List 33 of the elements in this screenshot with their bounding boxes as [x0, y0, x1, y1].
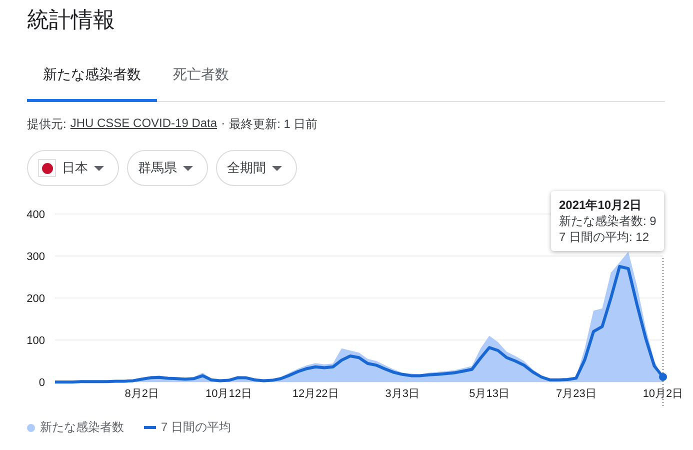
legend-dot — [27, 424, 35, 432]
source-link[interactable]: JHU CSSE COVID-19 Data — [70, 116, 218, 133]
x-axis-label: 10月2日 — [642, 388, 684, 400]
y-axis-label: 300 — [26, 251, 45, 263]
x-axis-label: 5月13日 — [469, 388, 510, 400]
caret-icon — [272, 166, 282, 170]
tooltip-value: 新たな感染者数: 9 — [559, 213, 656, 229]
y-axis-label: 200 — [26, 293, 45, 305]
filter-dropdown[interactable]: 群馬県 — [127, 150, 208, 186]
legend-label: 新たな感染者数 — [40, 419, 124, 436]
tab[interactable]: 新たな感染者数 — [27, 60, 157, 102]
x-axis-label: 3月3日 — [385, 388, 420, 400]
x-axis-label: 10月12日 — [205, 388, 252, 400]
filter-dropdown[interactable]: 全期間 — [216, 150, 297, 186]
filter-dropdown[interactable]: 日本 — [27, 150, 119, 186]
separator: · — [221, 116, 226, 132]
y-axis-label: 100 — [26, 335, 45, 347]
tooltip-date: 2021年10月2日 — [559, 197, 643, 213]
x-axis-label: 8月2日 — [124, 388, 159, 400]
source-label: 提供元: — [27, 116, 66, 133]
flag-icon — [38, 159, 56, 177]
y-axis-label: 400 — [26, 209, 45, 221]
tooltip-value: 7 日間の平均: 12 — [559, 229, 650, 245]
caret-icon — [183, 166, 193, 170]
data-point — [659, 372, 667, 381]
caret-icon — [94, 166, 104, 170]
legend-label: 7 日間の平均 — [161, 419, 232, 436]
page-title: 統計情報 — [27, 6, 116, 34]
x-axis-label: 12月22日 — [292, 388, 339, 400]
x-axis-label: 7月23日 — [556, 388, 596, 400]
y-axis-label: 0 — [38, 377, 45, 389]
last-updated: 最終更新: 1 日前 — [229, 116, 318, 133]
tab[interactable]: 死亡者数 — [157, 60, 245, 102]
